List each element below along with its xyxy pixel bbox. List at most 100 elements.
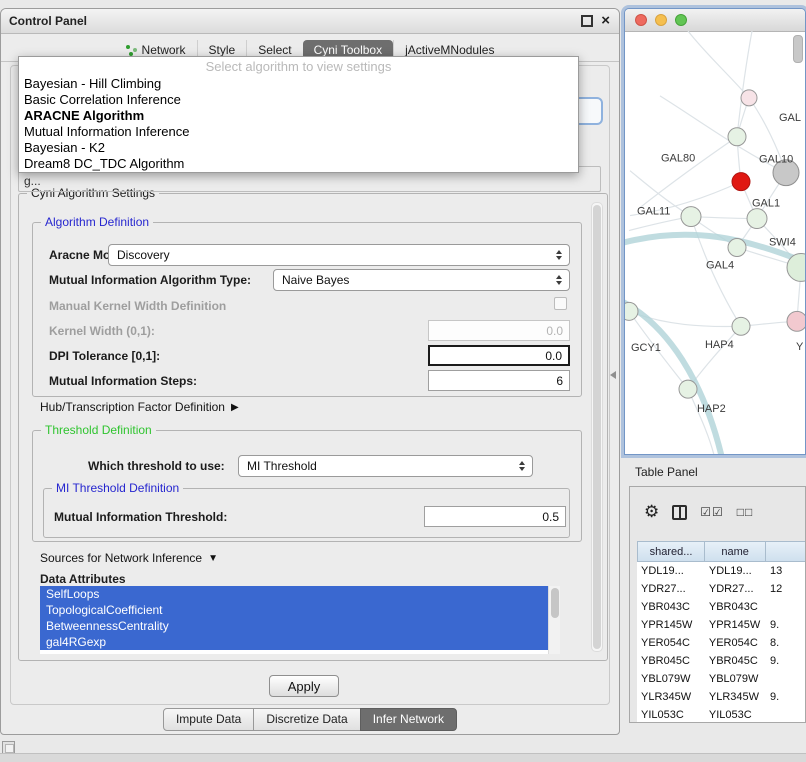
kernel-width-label: Kernel Width (0,1): [49, 324, 155, 338]
mi-steps-field[interactable]: 6 [428, 370, 570, 391]
column-header-name[interactable]: name [705, 541, 766, 562]
network-node[interactable] [728, 128, 746, 146]
control-panel-titlebar[interactable]: Control Panel × [1, 9, 619, 34]
table-toolbar: ⚙ ☑☑ □□ [644, 499, 753, 525]
network-canvas-svg[interactable]: GAL80GAL10GAL11GAL1SWI4GAL4GCY1HAP4HAP2G… [625, 31, 805, 454]
data-attribute-item[interactable]: gal4RGexp [40, 634, 548, 650]
node-label: HAP2 [697, 403, 726, 415]
clipped-group-label: g... [24, 174, 41, 188]
node-label: GAL4 [706, 259, 734, 271]
deselect-all-checkboxes-icon[interactable]: □□ [737, 505, 754, 519]
network-canvas[interactable]: GAL80GAL10GAL11GAL1SWI4GAL4GCY1HAP4HAP2G… [625, 31, 805, 454]
sources-expander-label: Sources for Network Inference [40, 551, 202, 565]
network-node[interactable] [625, 302, 638, 320]
manual-kernel-checkbox[interactable] [554, 297, 567, 310]
select-all-checkboxes-icon[interactable]: ☑☑ [700, 505, 724, 519]
settings-scrollbar[interactable] [591, 202, 603, 652]
cell-name: YIL053C [705, 706, 766, 723]
sources-expander[interactable]: Sources for Network Inference ▼ [40, 551, 218, 565]
algorithm-placeholder-option[interactable]: Select algorithm to view settings [19, 57, 578, 76]
mi-steps-label: Mutual Information Steps: [49, 374, 197, 388]
node-label: GAL10 [759, 154, 793, 166]
network-node[interactable] [787, 311, 805, 331]
network-node[interactable] [747, 209, 767, 229]
node-table: shared... name YDL19...YDL19...13YDR27..… [637, 541, 806, 723]
cell-extra: 13 [766, 562, 806, 580]
cell-shared: YIL053C [637, 706, 705, 723]
table-row[interactable]: YDL19...YDL19...13 [637, 562, 806, 580]
window-title: Control Panel [9, 14, 87, 28]
float-window-icon[interactable] [581, 15, 593, 27]
mi-type-combobox[interactable]: Naive Bayes [273, 269, 570, 291]
data-attributes-list: SelfLoopsTopologicalCoefficientBetweenne… [40, 586, 559, 654]
network-window-titlebar[interactable] [625, 9, 805, 32]
cell-extra [766, 598, 806, 616]
network-scrollbar-thumb[interactable] [793, 35, 803, 63]
column-header-extra[interactable] [766, 541, 806, 562]
network-node[interactable] [681, 207, 701, 227]
gear-icon[interactable]: ⚙ [644, 502, 659, 522]
bottom-tab-impute-data[interactable]: Impute Data [163, 708, 254, 731]
network-node[interactable] [728, 239, 746, 257]
close-traffic-light-icon[interactable] [635, 14, 647, 26]
column-header-shared[interactable]: shared... [637, 541, 705, 562]
cell-extra: 12 [766, 580, 806, 598]
table-row[interactable]: YLR345WYLR345W9. [637, 688, 806, 706]
node-label: GAL80 [661, 153, 695, 165]
kernel-width-field[interactable]: 0.0 [428, 320, 570, 341]
cell-shared: YDR27... [637, 580, 705, 598]
mi-type-value: Naive Bayes [274, 273, 551, 287]
table-body: YDL19...YDL19...13YDR27...YDR27...12YBR0… [637, 562, 806, 723]
data-attribute-item[interactable]: TopologicalCoefficient [40, 602, 548, 618]
mi-threshold-field[interactable]: 0.5 [424, 506, 566, 527]
table-row[interactable]: YPR145WYPR145W9. [637, 616, 806, 634]
algorithm-option-aracne-algorithm[interactable]: ARACNE Algorithm [19, 108, 578, 124]
chevron-down-icon: ▼ [208, 553, 218, 564]
splitter-collapse-icon[interactable] [610, 371, 616, 379]
aracne-mode-combobox[interactable]: Discovery [108, 244, 570, 266]
control-panel-window: Control Panel × NetworkStyleSelectCyni T… [0, 8, 620, 735]
node-label: Y [796, 341, 804, 353]
network-node[interactable] [741, 90, 757, 106]
which-threshold-combobox[interactable]: MI Threshold [238, 455, 533, 477]
network-edge [640, 137, 737, 208]
cell-extra [766, 670, 806, 688]
table-row[interactable]: YBL079WYBL079W [637, 670, 806, 688]
apply-button[interactable]: Apply [269, 675, 339, 697]
columns-icon[interactable] [672, 505, 687, 520]
cell-name: YDL19... [705, 562, 766, 580]
desktop: Control Panel × NetworkStyleSelectCyni T… [0, 0, 806, 762]
chevron-right-icon: ▶ [231, 402, 239, 413]
algorithm-option-mutual-information-inference[interactable]: Mutual Information Inference [19, 124, 578, 140]
table-row[interactable]: YBR045CYBR045C9. [637, 652, 806, 670]
network-node[interactable] [679, 380, 697, 398]
cell-shared: YPR145W [637, 616, 705, 634]
bottom-tab-infer-network[interactable]: Infer Network [360, 708, 457, 731]
algorithm-option-bayesian-k2[interactable]: Bayesian - K2 [19, 140, 578, 156]
attributes-scrollbar-thumb[interactable] [551, 588, 559, 618]
hub-definition-expander[interactable]: Hub/Transcription Factor Definition ▶ [40, 400, 239, 414]
table-row[interactable]: YBR043CYBR043C [637, 598, 806, 616]
network-node[interactable] [732, 173, 750, 191]
close-window-icon[interactable]: × [601, 15, 610, 27]
node-label: GAL [779, 112, 801, 124]
zoom-traffic-light-icon[interactable] [675, 14, 687, 26]
table-row[interactable]: YDR27...YDR27...12 [637, 580, 806, 598]
data-attribute-item[interactable]: BetweennessCentrality [40, 618, 548, 634]
attributes-scrollbar[interactable] [548, 586, 560, 654]
settings-scrollbar-thumb[interactable] [593, 205, 601, 649]
algorithm-option-basic-correlation-inference[interactable]: Basic Correlation Inference [19, 92, 578, 108]
table-row[interactable]: YER054CYER054C8. [637, 634, 806, 652]
table-row[interactable]: YIL053CYIL053C [637, 706, 806, 723]
algorithm-option-dream8-dc-tdc-algorithm[interactable]: Dream8 DC_TDC Algorithm [19, 156, 578, 172]
dpi-tolerance-field[interactable]: 0.0 [428, 345, 570, 366]
which-threshold-value: MI Threshold [239, 459, 514, 473]
algorithm-definition-group: Algorithm Definition Aracne Mode: Discov… [32, 222, 582, 397]
cell-shared: YLR345W [637, 688, 705, 706]
algorithm-option-bayesian-hill-climbing[interactable]: Bayesian - Hill Climbing [19, 76, 578, 92]
bottom-tab-discretize-data[interactable]: Discretize Data [253, 708, 360, 731]
network-node[interactable] [732, 317, 750, 335]
data-attribute-item[interactable]: SelfLoops [40, 586, 548, 602]
mi-type-label: Mutual Information Algorithm Type: [49, 273, 251, 287]
minimize-traffic-light-icon[interactable] [655, 14, 667, 26]
